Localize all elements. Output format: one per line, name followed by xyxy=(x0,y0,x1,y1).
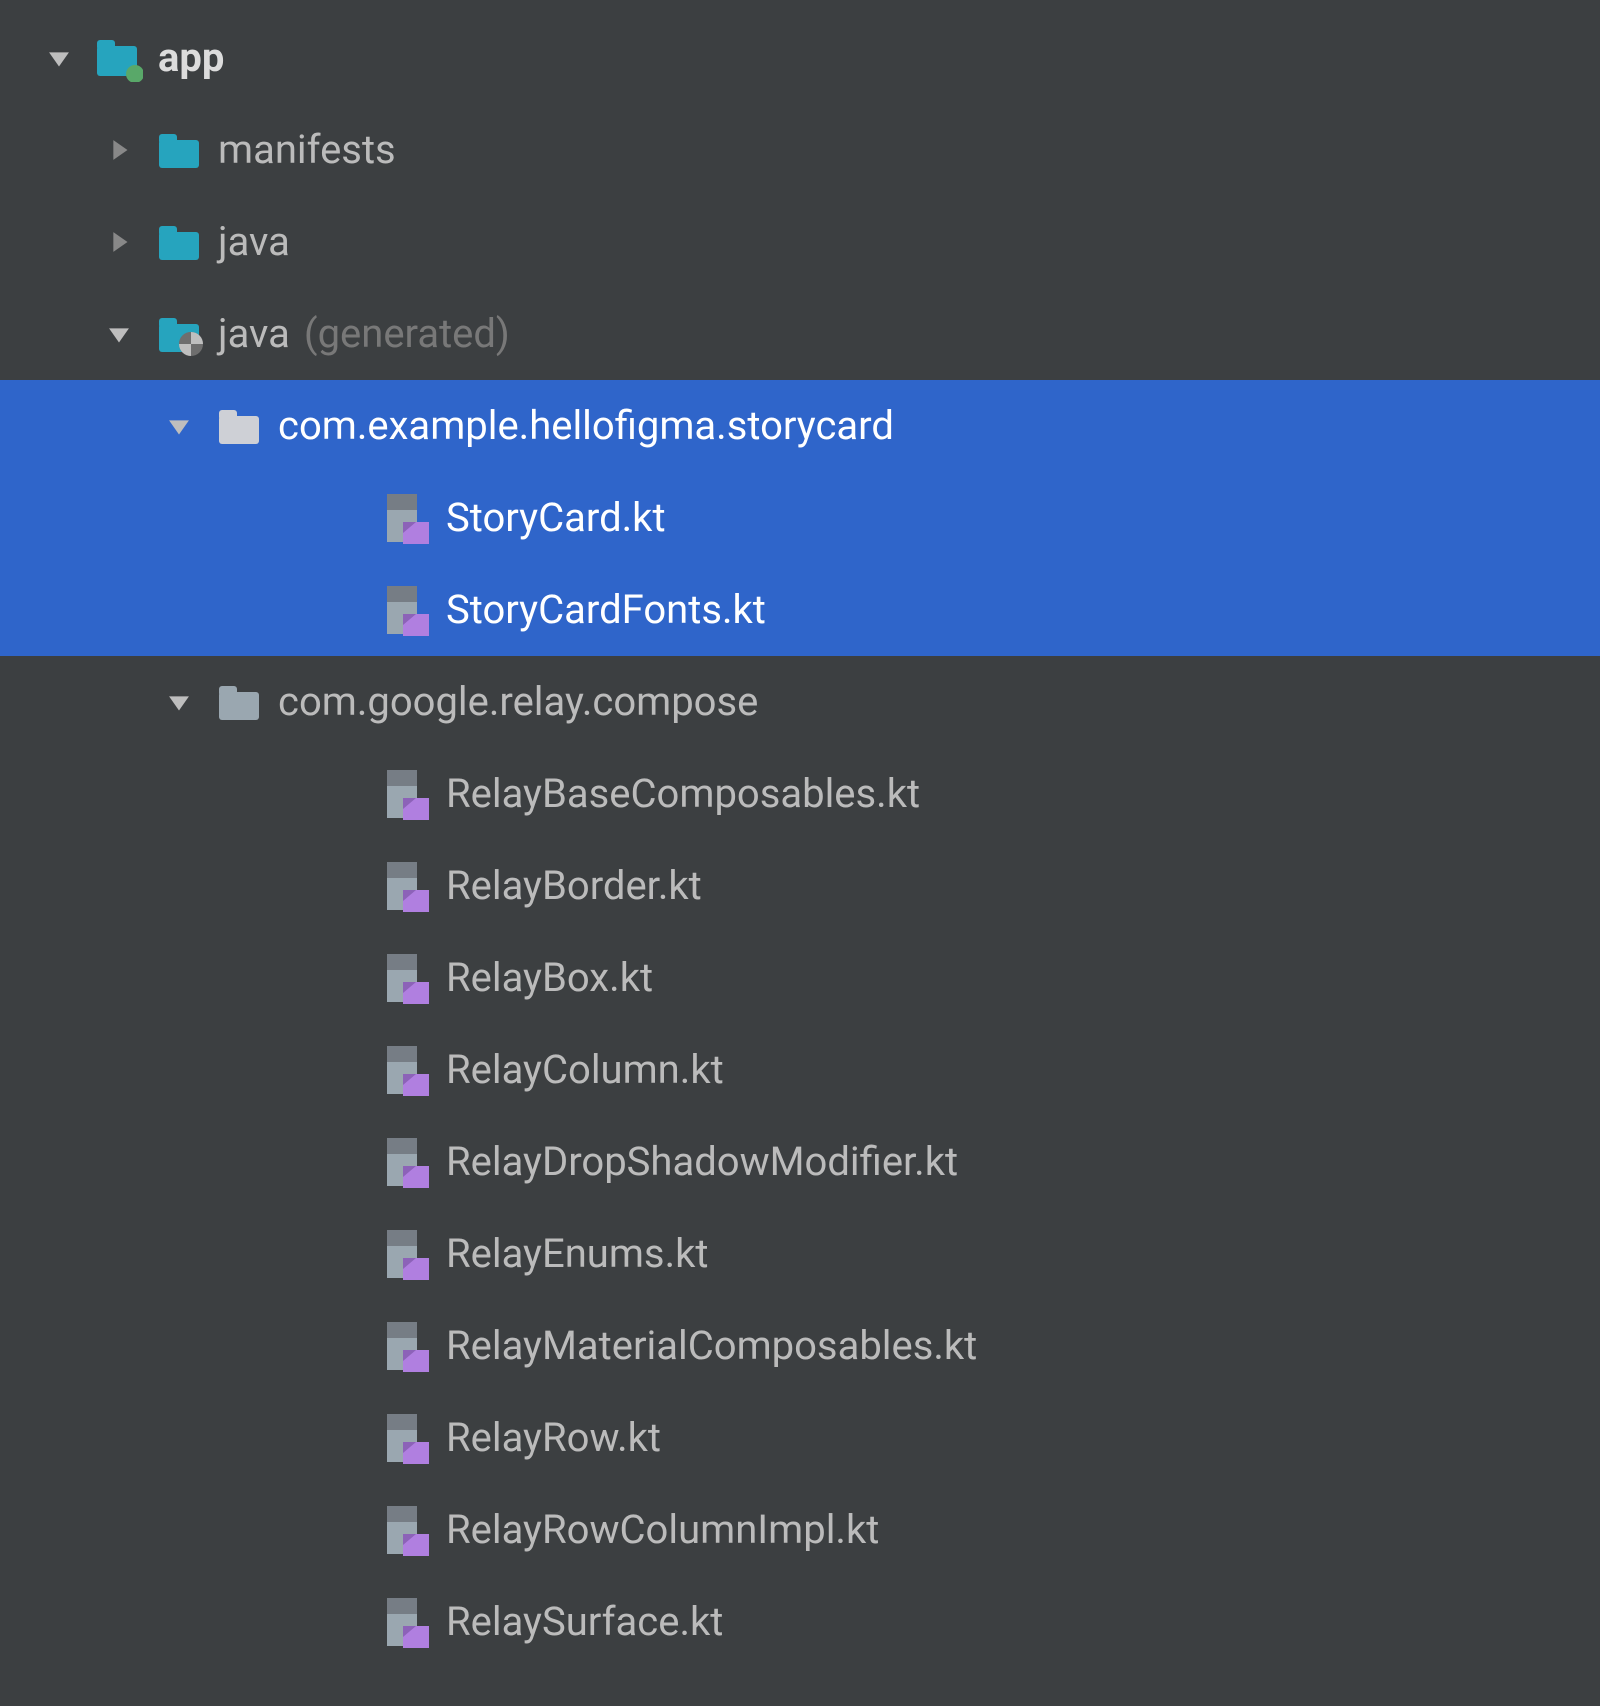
kotlin-file-icon xyxy=(382,585,432,635)
tree-item-label: RelayEnums.kt xyxy=(446,1234,708,1274)
tree-item-label: RelayBox.kt xyxy=(446,958,653,998)
folder-icon xyxy=(154,125,204,175)
tree-row-java[interactable]: java xyxy=(0,196,1600,288)
tree-item-label: app xyxy=(158,38,224,78)
kotlin-file-icon xyxy=(382,1505,432,1555)
kotlin-file-icon xyxy=(382,861,432,911)
module-icon xyxy=(94,33,144,83)
tree-item-label: java xyxy=(218,222,290,262)
tree-row-pkg-relay[interactable]: com.google.relay.compose xyxy=(0,656,1600,748)
tree-row-relay-enums[interactable]: RelayEnums.kt xyxy=(0,1208,1600,1300)
tree-item-label: RelayMaterialComposables.kt xyxy=(446,1326,977,1366)
project-tree: app manifests java java (generated) com.e… xyxy=(0,0,1600,1668)
folder-icon xyxy=(154,217,204,267)
kotlin-file-icon xyxy=(382,1229,432,1279)
tree-row-pkg-storycard[interactable]: com.example.hellofigma.storycard xyxy=(0,380,1600,472)
tree-item-label: RelayRowColumnImpl.kt xyxy=(446,1510,879,1550)
tree-item-label: com.google.relay.compose xyxy=(278,682,758,722)
chevron-down-icon[interactable] xyxy=(94,309,144,359)
tree-item-label: RelayBaseComposables.kt xyxy=(446,774,920,814)
tree-item-label: RelayRow.kt xyxy=(446,1418,661,1458)
kotlin-file-icon xyxy=(382,953,432,1003)
kotlin-file-icon xyxy=(382,1137,432,1187)
chevron-down-icon[interactable] xyxy=(34,33,84,83)
tree-item-label: RelayDropShadowModifier.kt xyxy=(446,1142,958,1182)
generated-folder-icon xyxy=(154,309,204,359)
kotlin-file-icon xyxy=(382,493,432,543)
kotlin-file-icon xyxy=(382,1321,432,1371)
tree-row-relay-row[interactable]: RelayRow.kt xyxy=(0,1392,1600,1484)
tree-item-label: com.example.hellofigma.storycard xyxy=(278,406,894,446)
chevron-down-icon[interactable] xyxy=(154,677,204,727)
tree-row-relay-box[interactable]: RelayBox.kt xyxy=(0,932,1600,1024)
tree-row-relay-rowcol[interactable]: RelayRowColumnImpl.kt xyxy=(0,1484,1600,1576)
tree-item-suffix: (generated) xyxy=(304,314,510,354)
tree-row-relay-column[interactable]: RelayColumn.kt xyxy=(0,1024,1600,1116)
tree-item-label: RelaySurface.kt xyxy=(446,1602,723,1642)
tree-row-relay-surface[interactable]: RelaySurface.kt xyxy=(0,1576,1600,1668)
tree-item-label: manifests xyxy=(218,130,396,170)
kotlin-file-icon xyxy=(382,1045,432,1095)
tree-row-relay-base[interactable]: RelayBaseComposables.kt xyxy=(0,748,1600,840)
tree-row-relay-material[interactable]: RelayMaterialComposables.kt xyxy=(0,1300,1600,1392)
package-folder-icon xyxy=(214,677,264,727)
package-folder-icon xyxy=(214,401,264,451)
chevron-down-icon[interactable] xyxy=(154,401,204,451)
tree-item-label: RelayBorder.kt xyxy=(446,866,702,906)
tree-row-java-gen[interactable]: java (generated) xyxy=(0,288,1600,380)
tree-row-app[interactable]: app xyxy=(0,12,1600,104)
tree-row-storycard-kt[interactable]: StoryCard.kt xyxy=(0,472,1600,564)
tree-row-storycardfonts-kt[interactable]: StoryCardFonts.kt xyxy=(0,564,1600,656)
tree-row-relay-dropshadow[interactable]: RelayDropShadowModifier.kt xyxy=(0,1116,1600,1208)
tree-item-label: StoryCardFonts.kt xyxy=(446,590,766,630)
kotlin-file-icon xyxy=(382,769,432,819)
chevron-right-icon[interactable] xyxy=(94,217,144,267)
kotlin-file-icon xyxy=(382,1413,432,1463)
tree-row-relay-border[interactable]: RelayBorder.kt xyxy=(0,840,1600,932)
tree-item-label: StoryCard.kt xyxy=(446,498,666,538)
tree-item-label: java xyxy=(218,314,290,354)
kotlin-file-icon xyxy=(382,1597,432,1647)
tree-row-manifests[interactable]: manifests xyxy=(0,104,1600,196)
chevron-right-icon[interactable] xyxy=(94,125,144,175)
tree-item-label: RelayColumn.kt xyxy=(446,1050,724,1090)
